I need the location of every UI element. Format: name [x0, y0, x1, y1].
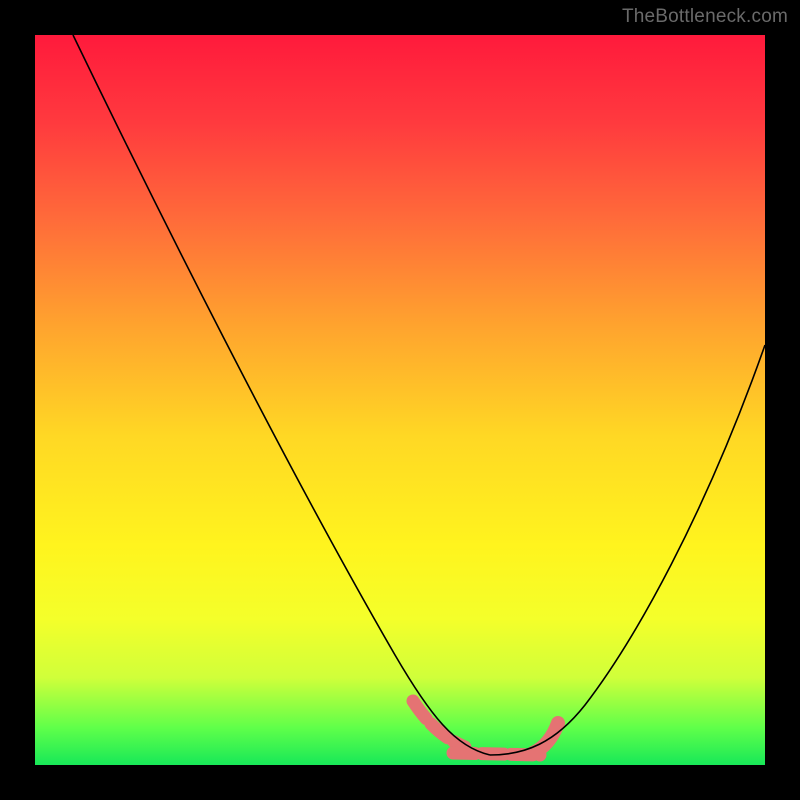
right-branch-curve — [490, 345, 765, 755]
valley-highlight-right — [533, 723, 558, 753]
plot-area — [35, 35, 765, 765]
curve-layer — [35, 35, 765, 765]
chart-frame: TheBottleneck.com — [0, 0, 800, 800]
valley-highlight-left — [413, 701, 465, 747]
left-branch-curve — [73, 35, 490, 755]
watermark-text: TheBottleneck.com — [622, 6, 788, 28]
